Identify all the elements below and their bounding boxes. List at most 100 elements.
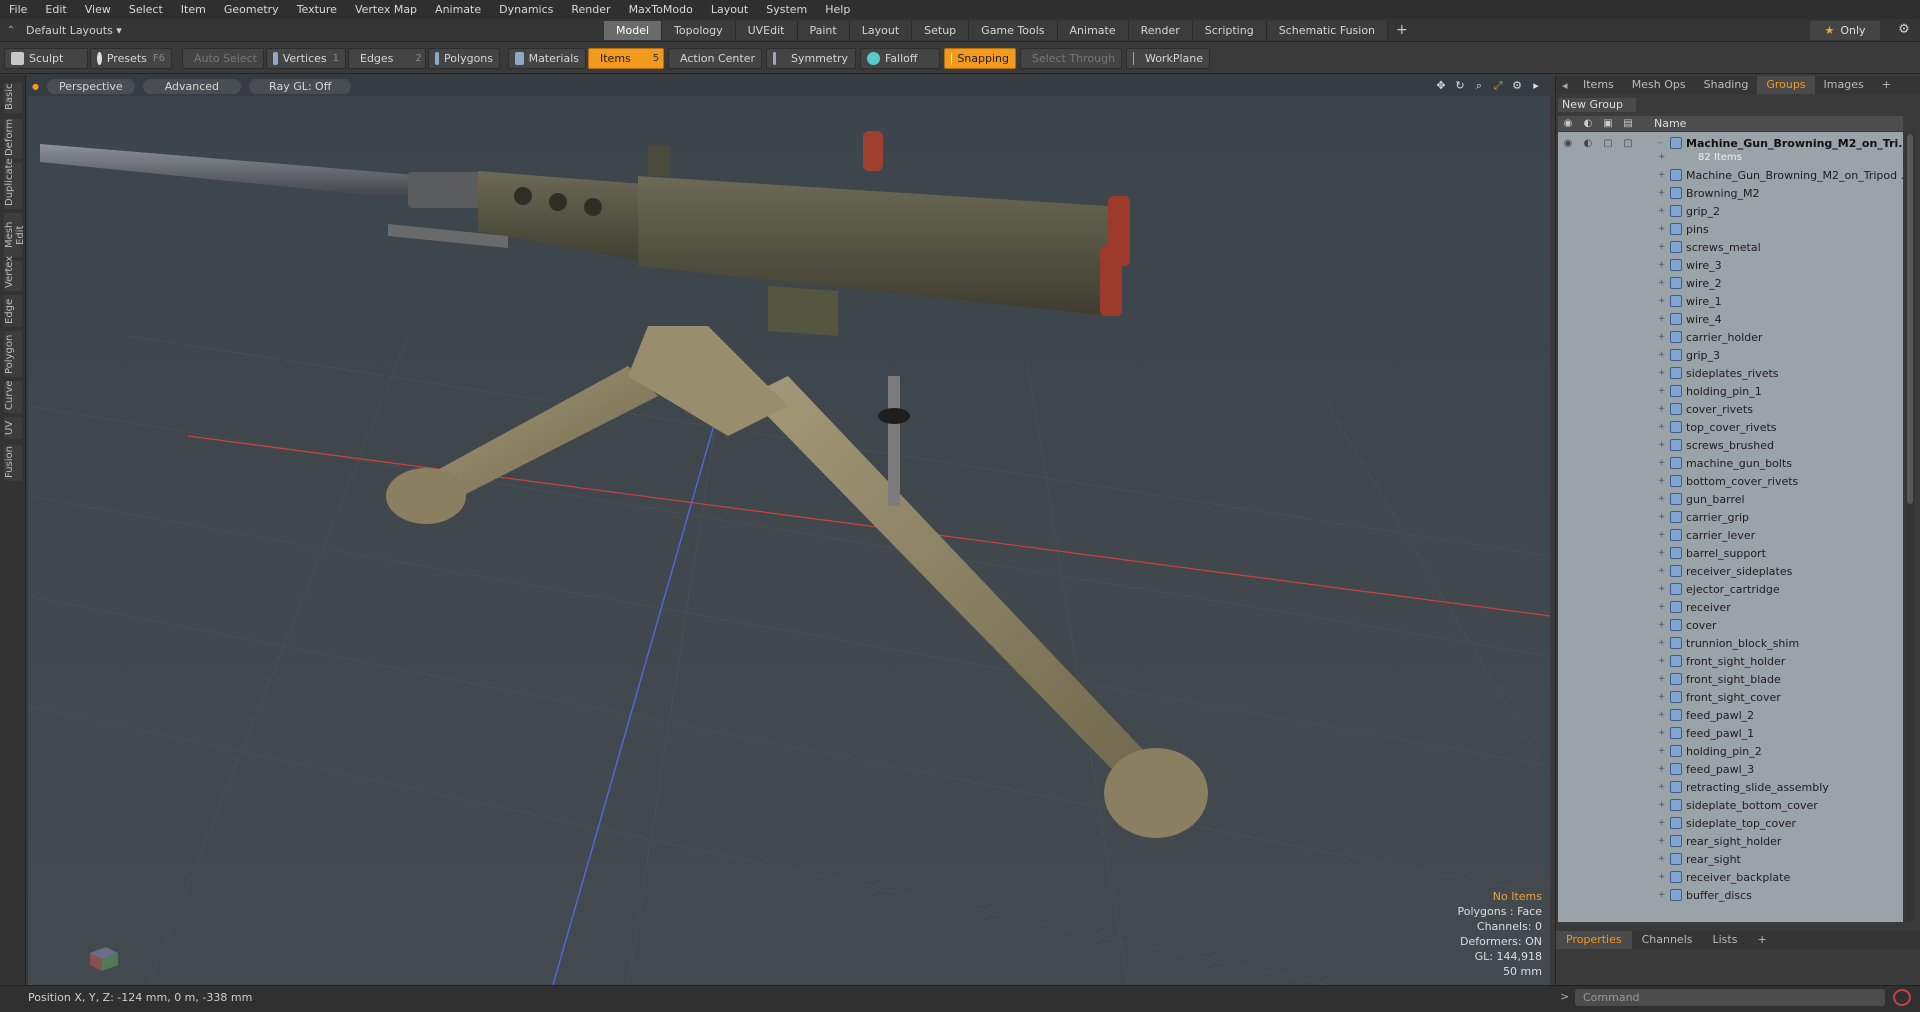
list-item[interactable]: + front_sight_holder — [1558, 652, 1903, 670]
expand-toggle-icon[interactable]: + — [1658, 440, 1668, 450]
expand-toggle-icon[interactable]: + — [1658, 188, 1668, 198]
list-item[interactable]: + holding_pin_1 — [1558, 382, 1903, 400]
menu-item-animate[interactable]: Animate — [426, 0, 490, 19]
zoom-view-icon[interactable]: ⌕ — [1471, 79, 1487, 93]
list-item[interactable]: + front_sight_blade — [1558, 670, 1903, 688]
menu-item-view[interactable]: View — [76, 0, 120, 19]
layout-selector[interactable]: ⌃ Default Layouts ▾ — [4, 21, 134, 40]
menu-item-layout[interactable]: Layout — [702, 0, 757, 19]
left-tab-duplicate[interactable]: Duplicate — [4, 158, 22, 209]
expand-toggle-icon[interactable]: + — [1658, 818, 1668, 828]
select-through-button[interactable]: Select Through — [1020, 48, 1122, 69]
bottom-tab-lists[interactable]: Lists — [1703, 931, 1748, 949]
add-panel-tab-icon[interactable]: + — [1873, 76, 1900, 94]
rotate-view-icon[interactable]: ↻ — [1452, 79, 1468, 93]
only-toggle[interactable]: ★ Only — [1810, 21, 1880, 40]
left-tab-edge[interactable]: Edge — [4, 295, 22, 327]
expand-toggle-icon[interactable]: + — [1658, 854, 1668, 864]
expand-toggle-icon[interactable]: + — [1658, 728, 1668, 738]
list-item[interactable]: + trunnion_block_shim — [1558, 634, 1903, 652]
list-item[interactable]: + feed_pawl_3 — [1558, 760, 1903, 778]
panel-tab-mesh-ops[interactable]: Mesh Ops — [1623, 76, 1695, 94]
list-item[interactable]: + Browning_M2 — [1558, 184, 1903, 202]
left-tab-fusion[interactable]: Fusion — [4, 445, 22, 481]
tab-model[interactable]: Model — [604, 21, 663, 40]
action-center-button[interactable]: Action Center — [668, 48, 762, 69]
bottom-tab-properties[interactable]: Properties — [1556, 931, 1632, 949]
list-item[interactable]: + receiver_backplate — [1558, 868, 1903, 886]
list-item[interactable]: + sideplates_rivets — [1558, 364, 1903, 382]
symmetry-button[interactable]: Symmetry — [766, 48, 856, 69]
list-item[interactable]: + wire_1 — [1558, 292, 1903, 310]
tab-schematic-fusion[interactable]: Schematic Fusion — [1266, 21, 1389, 40]
list-item[interactable]: + rear_sight — [1558, 850, 1903, 868]
expand-toggle-icon[interactable]: + — [1658, 638, 1668, 648]
left-tab-deform[interactable]: Deform — [4, 119, 22, 159]
viewport-expand-icon[interactable]: ▸ — [1528, 79, 1544, 93]
panel-tab-shading[interactable]: Shading — [1695, 76, 1758, 94]
expand-toggle-icon[interactable]: + — [1658, 242, 1668, 252]
expand-toggle-icon[interactable]: + — [1658, 512, 1668, 522]
move-view-icon[interactable]: ✥ — [1433, 79, 1449, 93]
items-button[interactable]: Items 5 — [588, 48, 664, 69]
expand-toggle-icon[interactable]: + — [1658, 674, 1668, 684]
lock-header-icon[interactable]: ▣ — [1598, 118, 1618, 129]
expand-toggle-icon[interactable]: + — [1658, 422, 1668, 432]
menu-item-vertex-map[interactable]: Vertex Map — [346, 0, 426, 19]
menu-item-select[interactable]: Select — [120, 0, 172, 19]
panel-collapse-icon[interactable]: ◂ — [1562, 79, 1574, 92]
menu-item-dynamics[interactable]: Dynamics — [490, 0, 562, 19]
tab-uvedit[interactable]: UVEdit — [735, 21, 798, 40]
list-item[interactable]: + feed_pawl_2 — [1558, 706, 1903, 724]
raygl-button[interactable]: Ray GL: Off — [249, 78, 352, 94]
list-item[interactable]: + receiver — [1558, 598, 1903, 616]
list-item[interactable]: + bottom_cover_rivets — [1558, 472, 1903, 490]
panel-tab-groups[interactable]: Groups — [1757, 76, 1815, 94]
tab-setup[interactable]: Setup — [912, 21, 970, 40]
left-tab-curve[interactable]: Curve — [4, 380, 22, 413]
list-item[interactable]: + screws_metal — [1558, 238, 1903, 256]
left-tab-vertex[interactable]: Vertex — [4, 256, 22, 291]
expand-toggle-icon[interactable]: + — [1658, 278, 1668, 288]
render-header-icon[interactable]: ◐ — [1578, 118, 1598, 129]
expand-toggle-icon[interactable]: – — [1658, 138, 1668, 148]
expand-toggle-icon[interactable]: + — [1658, 764, 1668, 774]
tab-game-tools[interactable]: Game Tools — [969, 21, 1058, 40]
list-item[interactable]: + holding_pin_2 — [1558, 742, 1903, 760]
list-item[interactable]: + carrier_holder — [1558, 328, 1903, 346]
gear-icon[interactable]: ⚙ — [1896, 22, 1912, 38]
polygons-button[interactable]: Polygons — [428, 48, 500, 69]
list-item[interactable]: + retracting_slide_assembly — [1558, 778, 1903, 796]
tab-animate[interactable]: Animate — [1057, 21, 1129, 40]
list-item[interactable]: + rear_sight_holder — [1558, 832, 1903, 850]
expand-toggle-icon[interactable]: + — [1658, 548, 1668, 558]
materials-button[interactable]: Materials — [508, 48, 586, 69]
list-item[interactable]: + wire_4 — [1558, 310, 1903, 328]
list-item[interactable]: + barrel_support — [1558, 544, 1903, 562]
select-header-icon[interactable]: ▤ — [1618, 118, 1638, 129]
menu-item-maxtomodo[interactable]: MaxToModo — [620, 0, 702, 19]
tab-paint[interactable]: Paint — [797, 21, 850, 40]
presets-button[interactable]: Presets F6 — [90, 48, 172, 69]
list-item[interactable]: + screws_brushed — [1558, 436, 1903, 454]
list-item[interactable]: + receiver_sideplates — [1558, 562, 1903, 580]
fit-view-icon[interactable]: ⤢ — [1490, 79, 1506, 93]
menu-item-help[interactable]: Help — [816, 0, 859, 19]
expand-toggle-icon[interactable]: + — [1658, 206, 1668, 216]
list-item[interactable]: + grip_3 — [1558, 346, 1903, 364]
command-input[interactable]: Command — [1575, 989, 1885, 1006]
vertices-button[interactable]: Vertices 1 — [266, 48, 346, 69]
list-item[interactable]: + sideplate_top_cover — [1558, 814, 1903, 832]
expand-toggle-icon[interactable]: + — [1658, 566, 1668, 576]
add-tab-icon[interactable]: + — [1388, 21, 1416, 40]
collapse-icon[interactable]: ⌃ — [4, 24, 18, 38]
tab-scripting[interactable]: Scripting — [1192, 21, 1267, 40]
list-item[interactable]: + pins — [1558, 220, 1903, 238]
list-item[interactable]: + machine_gun_bolts — [1558, 454, 1903, 472]
list-item[interactable]: + Machine_Gun_Browning_M2_on_Tripod ... — [1558, 166, 1903, 184]
visibility-header-icon[interactable]: ◉ — [1558, 118, 1578, 129]
group-count-row[interactable]: +82 Items — [1558, 148, 1903, 166]
expand-toggle-icon[interactable]: + — [1658, 476, 1668, 486]
expand-toggle-icon[interactable]: + — [1658, 458, 1668, 468]
workplane-button[interactable]: WorkPlane — [1126, 48, 1210, 69]
